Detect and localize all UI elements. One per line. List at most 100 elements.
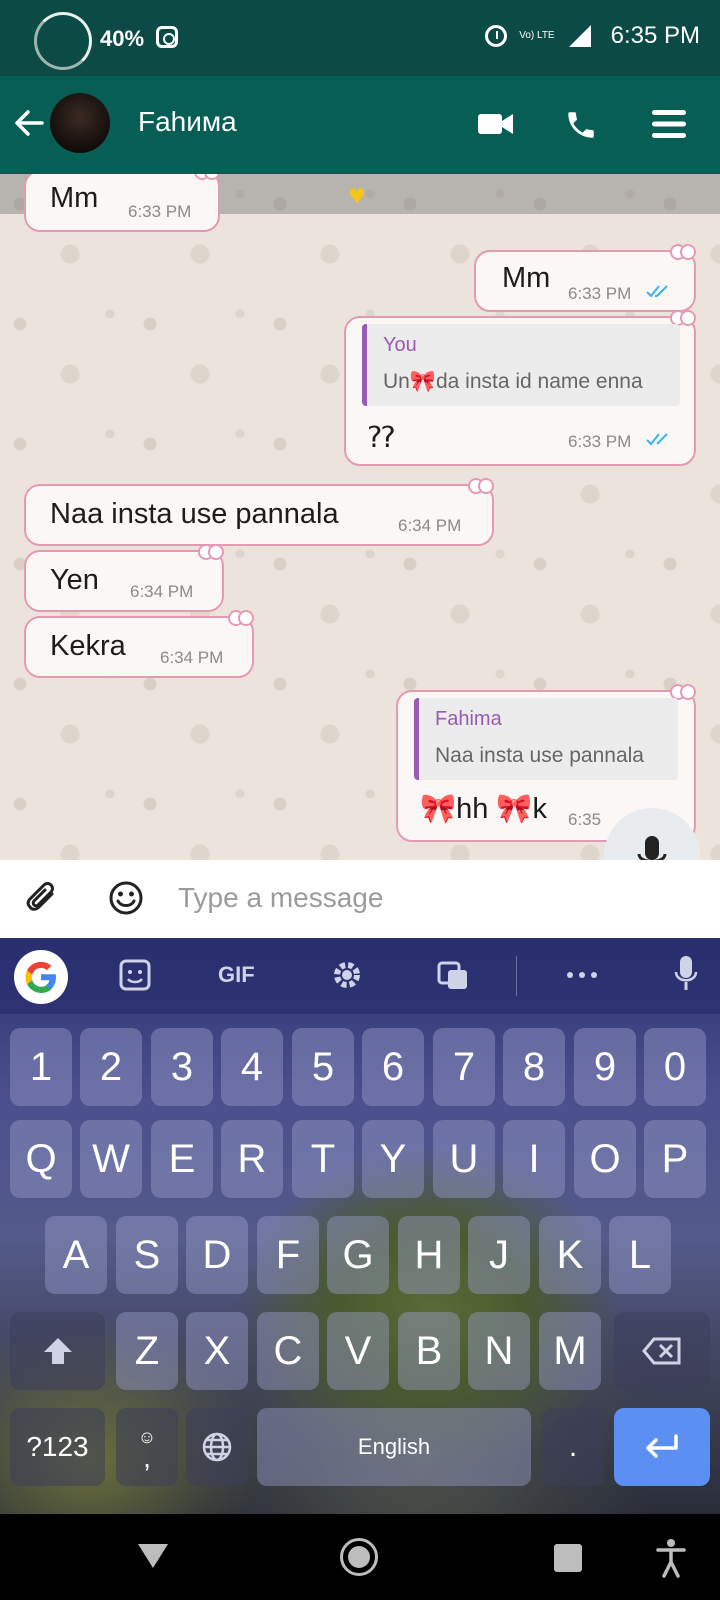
emoji-icon[interactable] [108, 880, 144, 916]
attachment-icon[interactable] [24, 880, 62, 918]
key-9[interactable]: 9 [574, 1028, 636, 1106]
shift-key[interactable] [10, 1312, 105, 1390]
clock: 6:35 PM [610, 22, 700, 49]
key-h[interactable]: H [398, 1216, 460, 1294]
quoted-message[interactable]: Fahima Naa insta use pannala [414, 698, 678, 780]
key-y[interactable]: Y [362, 1120, 424, 1198]
symbols-key[interactable]: ?123 [10, 1408, 105, 1486]
key-q[interactable]: Q [10, 1120, 72, 1198]
key-s[interactable]: S [116, 1216, 178, 1294]
quote-text: Naa insta use pannala [435, 744, 644, 767]
key-l[interactable]: L [609, 1216, 671, 1294]
settings-gear-icon[interactable] [330, 958, 364, 992]
message-bubble-outgoing[interactable]: Mm 6:33 PM [474, 244, 696, 312]
bow-decoration-icon [670, 310, 696, 326]
language-key[interactable] [186, 1408, 248, 1486]
bow-decoration-icon [228, 610, 254, 626]
globe-icon [202, 1432, 232, 1462]
key-e[interactable]: E [151, 1120, 213, 1198]
yellow-heart-icon: ♥ [348, 184, 366, 208]
voice-typing-icon[interactable] [674, 956, 698, 994]
message-text: Kekra [50, 630, 126, 662]
message-text: Mm [502, 262, 551, 294]
key-o[interactable]: O [574, 1120, 636, 1198]
translate-icon[interactable] [436, 958, 470, 992]
key-p[interactable]: P [644, 1120, 706, 1198]
phone-icon[interactable] [564, 108, 598, 142]
key-u[interactable]: U [433, 1120, 495, 1198]
gif-button[interactable]: GIF [218, 962, 255, 988]
bow-decoration-icon [468, 478, 494, 494]
message-bubble-incoming[interactable]: Mm 6:33 PM [24, 174, 220, 232]
key-3[interactable]: 3 [151, 1028, 213, 1106]
message-text: 🎀hh 🎀k [420, 793, 548, 825]
key-j[interactable]: J [468, 1216, 530, 1294]
message-text: Mm [50, 182, 99, 214]
enter-icon [646, 1434, 678, 1458]
nav-recents-icon[interactable] [554, 1544, 582, 1572]
key-d[interactable]: D [186, 1216, 248, 1294]
message-bubble-incoming[interactable]: Kekra 6:34 PM [24, 610, 254, 678]
message-time: 6:33 PM [568, 284, 632, 303]
key-0[interactable]: 0 [644, 1028, 706, 1106]
key-4[interactable]: 4 [221, 1028, 283, 1106]
bow-decoration-icon [198, 544, 224, 560]
key-a[interactable]: A [45, 1216, 107, 1294]
key-2[interactable]: 2 [80, 1028, 142, 1106]
more-options-icon[interactable] [566, 970, 598, 980]
nav-back-icon[interactable] [138, 1544, 168, 1568]
key-8[interactable]: 8 [503, 1028, 565, 1106]
chat-header: Fahима [0, 76, 720, 174]
key-x[interactable]: X [186, 1312, 248, 1390]
key-k[interactable]: K [539, 1216, 601, 1294]
volte-indicator: Vo) LTE [519, 30, 555, 41]
message-bubble-incoming[interactable]: Naa insta use pannala 6:34 PM [24, 478, 494, 546]
navigation-bar [0, 1514, 720, 1600]
bow-decoration-icon [194, 174, 220, 180]
nav-home-icon[interactable] [340, 1538, 378, 1576]
comma-label: , [143, 1441, 151, 1473]
key-n[interactable]: N [468, 1312, 530, 1390]
period-key[interactable]: . [542, 1408, 604, 1486]
quote-text: Un🎀da insta id name enna [383, 370, 643, 393]
key-r[interactable]: R [221, 1120, 283, 1198]
key-z[interactable]: Z [116, 1312, 178, 1390]
comma-emoji-key[interactable]: ☺ , [116, 1408, 178, 1486]
message-time: 6:33 PM [128, 202, 192, 221]
instagram-icon [156, 26, 178, 48]
bow-decoration-icon [670, 684, 696, 700]
key-c[interactable]: C [257, 1312, 319, 1390]
status-bar: 40% Vo) LTE 6:35 PM [0, 0, 720, 76]
message-input[interactable] [178, 878, 578, 918]
backspace-key[interactable] [614, 1312, 710, 1390]
key-m[interactable]: M [539, 1312, 601, 1390]
key-1[interactable]: 1 [10, 1028, 72, 1106]
toolbar-divider [516, 956, 517, 996]
message-bubble-incoming[interactable]: Yen 6:34 PM [24, 544, 224, 612]
sticker-icon[interactable] [118, 958, 152, 992]
chat-area[interactable]: ♥ Mm 6:33 PM Mm 6:33 PM You Un🎀da insta … [0, 174, 720, 860]
google-logo-icon[interactable] [14, 950, 68, 1004]
contact-avatar[interactable] [50, 93, 110, 153]
back-arrow-icon[interactable] [12, 106, 46, 140]
accessibility-icon[interactable] [656, 1538, 686, 1578]
quoted-message[interactable]: You Un🎀da insta id name enna [362, 324, 680, 406]
key-6[interactable]: 6 [362, 1028, 424, 1106]
key-5[interactable]: 5 [292, 1028, 354, 1106]
key-b[interactable]: B [398, 1312, 460, 1390]
key-g[interactable]: G [327, 1216, 389, 1294]
key-t[interactable]: T [292, 1120, 354, 1198]
enter-key[interactable] [614, 1408, 710, 1486]
key-v[interactable]: V [327, 1312, 389, 1390]
key-w[interactable]: W [80, 1120, 142, 1198]
key-7[interactable]: 7 [433, 1028, 495, 1106]
contact-name[interactable]: Fahима [138, 106, 237, 138]
message-time: 6:33 PM [568, 432, 632, 451]
message-bubble-outgoing[interactable]: You Un🎀da insta id name enna ⁇ 6:33 PM [344, 310, 696, 466]
key-i[interactable]: I [503, 1120, 565, 1198]
key-f[interactable]: F [257, 1216, 319, 1294]
video-call-icon[interactable] [478, 112, 514, 136]
menu-icon[interactable] [652, 108, 686, 140]
space-key[interactable]: English [257, 1408, 531, 1486]
alarm-icon [485, 25, 508, 47]
